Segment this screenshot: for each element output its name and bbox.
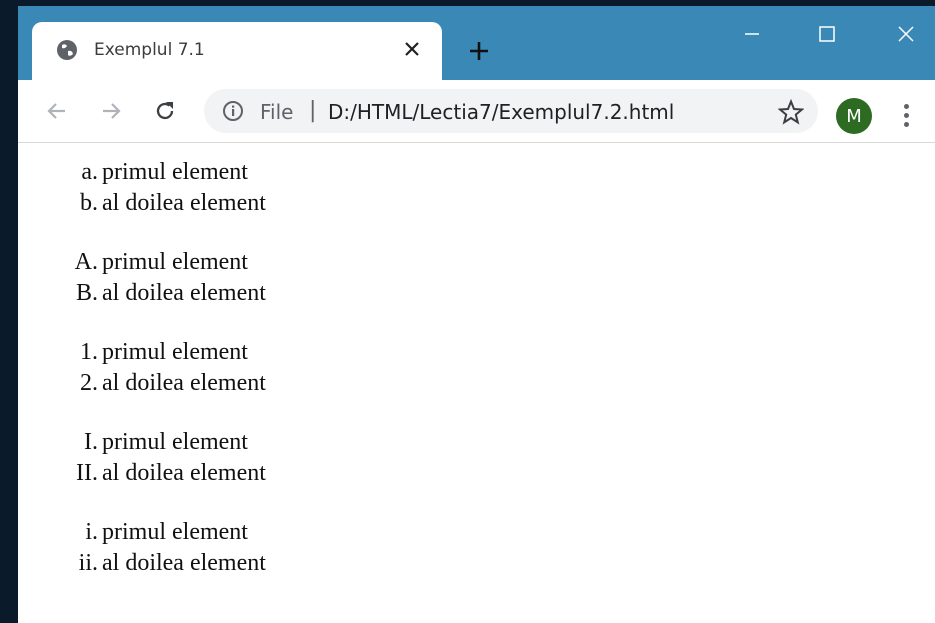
plus-icon: [470, 42, 488, 60]
arrow-left-icon: [47, 103, 65, 119]
list-item-text: al doilea element: [102, 370, 266, 396]
profile-avatar[interactable]: M: [836, 98, 872, 134]
list-item: B. al doilea element: [18, 278, 418, 309]
minimize-button[interactable]: [735, 20, 769, 48]
ordered-list-lower-alpha: a. primul element b. al doilea element: [18, 157, 418, 219]
list-item-text: al doilea element: [102, 280, 266, 306]
address-bar[interactable]: File | D:/HTML/Lectia7/Exemplul7.2.html: [204, 89, 818, 133]
file-scheme-label: File: [260, 100, 294, 124]
list-item-text: al doilea element: [102, 190, 266, 216]
list-item-text: al doilea element: [102, 460, 266, 486]
close-icon: [405, 42, 419, 56]
url-separator: |: [309, 98, 317, 123]
list-marker: ii.: [78, 550, 98, 576]
list-item-text: primul element: [102, 249, 248, 275]
reload-icon: [156, 102, 174, 120]
menu-dot-icon: [903, 112, 909, 118]
minimize-icon: [745, 33, 759, 35]
list-marker: b.: [80, 190, 98, 216]
ordered-list-upper-roman: I. primul element II. al doilea element: [18, 427, 418, 489]
browser-toolbar: File | D:/HTML/Lectia7/Exemplul7.2.html …: [18, 80, 935, 143]
title-bar: Exemplul 7.1: [18, 6, 935, 80]
star-icon[interactable]: [778, 99, 804, 125]
list-marker: A.: [74, 249, 98, 275]
forward-button[interactable]: [96, 96, 126, 126]
list-item: 1. primul element: [18, 337, 418, 368]
arrow-right-icon: [103, 103, 121, 119]
window-close-button[interactable]: [889, 20, 923, 48]
list-item-text: primul element: [102, 339, 248, 365]
page-content: a. primul element b. al doilea element A…: [18, 143, 935, 623]
menu-dot-icon: [903, 121, 909, 127]
list-item: ii. al doilea element: [18, 548, 418, 579]
list-marker: I.: [84, 429, 98, 455]
back-button[interactable]: [42, 96, 72, 126]
list-item: A. primul element: [18, 247, 418, 278]
ordered-list-upper-alpha: A. primul element B. al doilea element: [18, 247, 418, 309]
list-item: i. primul element: [18, 517, 418, 548]
maximize-icon: [819, 26, 835, 42]
tab-close-button[interactable]: [400, 37, 424, 61]
browser-window: Exemplul 7.1 File | D:/HTML/Lectia7/Exem…: [18, 6, 935, 623]
ordered-list-lower-roman: i. primul element ii. al doilea element: [18, 517, 418, 579]
list-marker: 2.: [80, 370, 98, 396]
globe-icon: [57, 40, 77, 60]
tab-exemplul[interactable]: Exemplul 7.1: [32, 22, 442, 80]
ordered-list-decimal: 1. primul element 2. al doilea element: [18, 337, 418, 399]
menu-dot-icon: [903, 103, 909, 109]
reload-button[interactable]: [150, 96, 180, 126]
url-text[interactable]: D:/HTML/Lectia7/Exemplul7.2.html: [328, 100, 674, 124]
list-marker: i.: [85, 519, 98, 545]
list-item: II. al doilea element: [18, 458, 418, 489]
new-tab-button[interactable]: [465, 37, 493, 65]
tab-title: Exemplul 7.1: [94, 40, 205, 60]
list-item: 2. al doilea element: [18, 368, 418, 399]
maximize-button[interactable]: [810, 20, 844, 48]
info-icon[interactable]: [222, 100, 244, 122]
list-item-text: primul element: [102, 519, 248, 545]
menu-button[interactable]: [896, 100, 916, 130]
list-marker: 1.: [80, 339, 98, 365]
list-item: b. al doilea element: [18, 188, 418, 219]
list-item-text: primul element: [102, 429, 248, 455]
list-item-text: al doilea element: [102, 550, 266, 576]
list-marker: II.: [76, 460, 98, 486]
close-icon: [898, 26, 914, 42]
list-marker: B.: [75, 280, 98, 306]
list-item-text: primul element: [102, 159, 248, 185]
list-item: I. primul element: [18, 427, 418, 458]
list-marker: a.: [81, 159, 98, 185]
list-item: a. primul element: [18, 157, 418, 188]
